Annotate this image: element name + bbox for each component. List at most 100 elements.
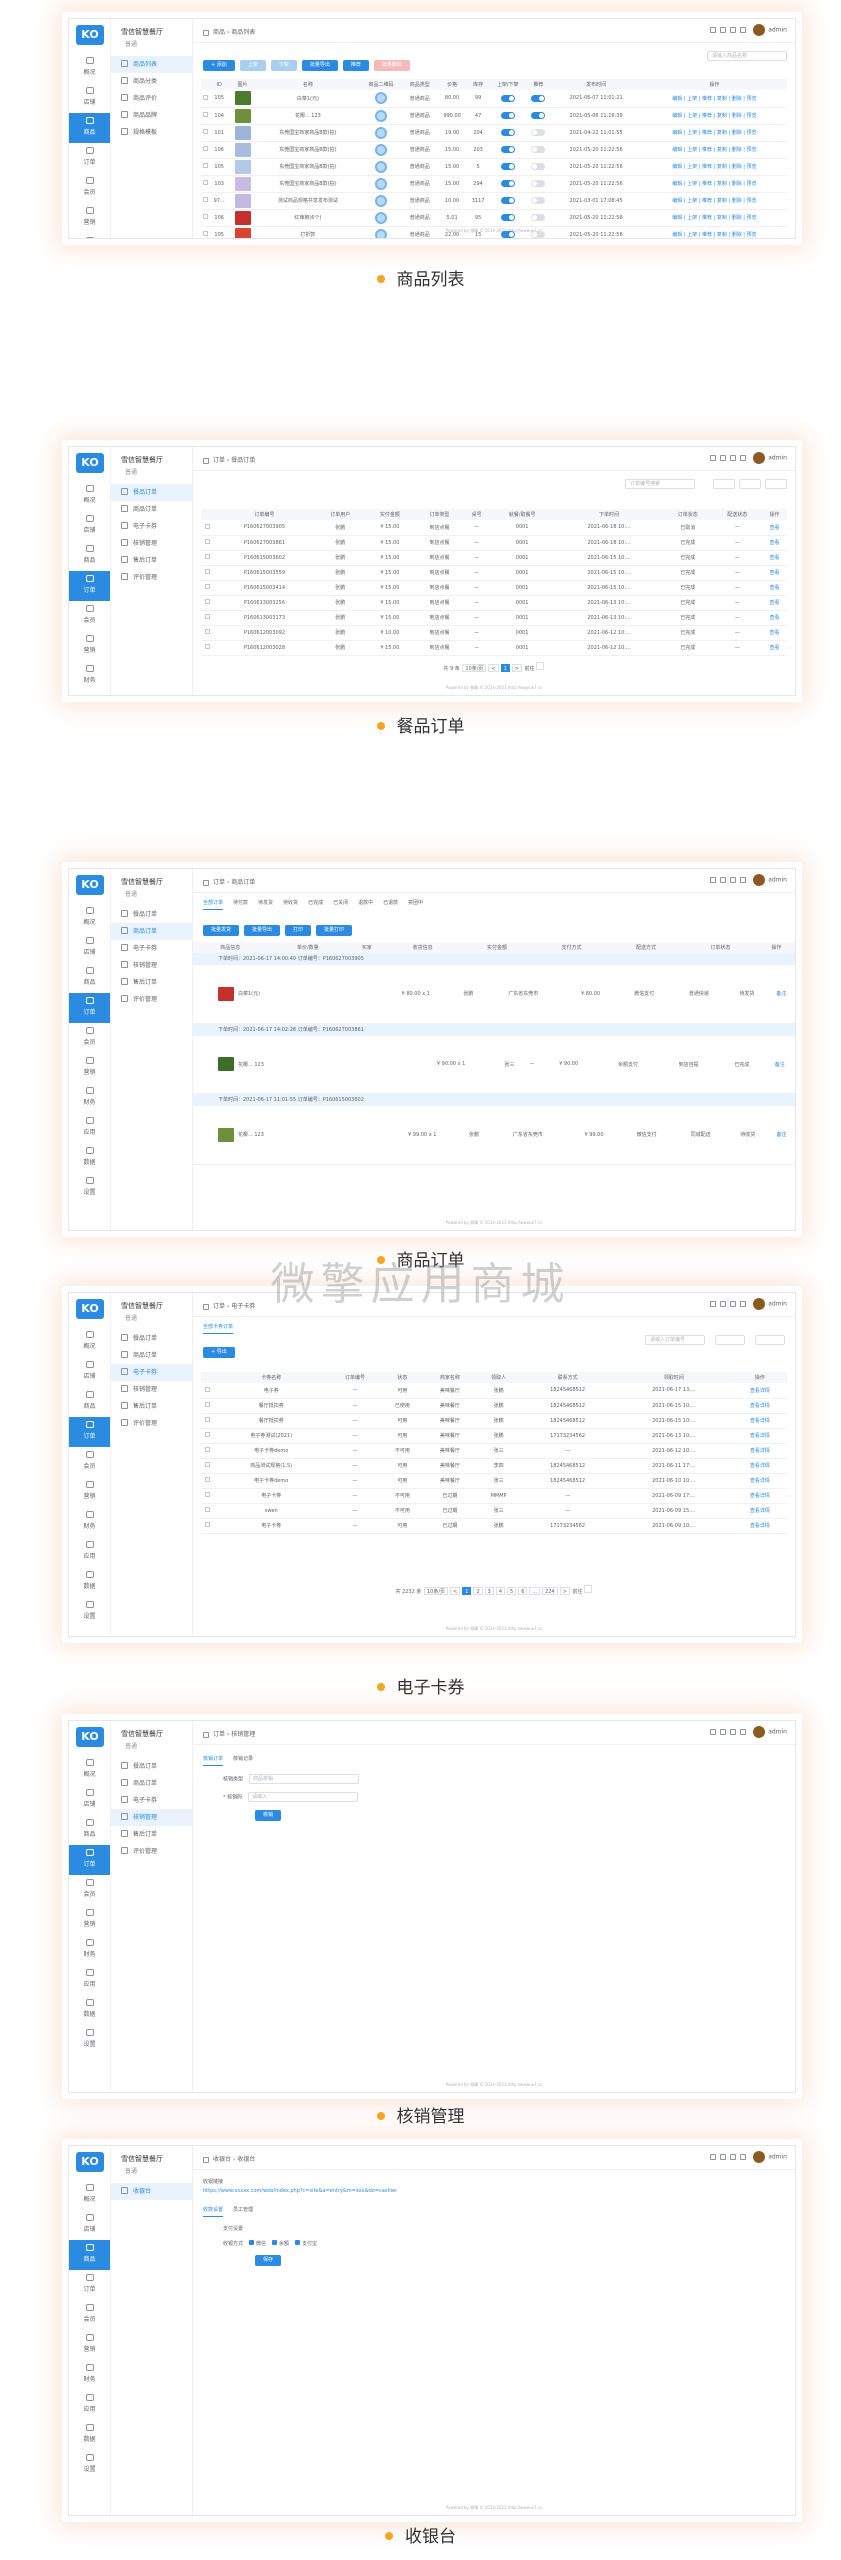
row-checkbox[interactable] bbox=[201, 610, 214, 626]
view-link[interactable]: 查看 bbox=[762, 520, 787, 536]
row-checkbox[interactable] bbox=[201, 520, 214, 536]
recommend-toggle[interactable] bbox=[531, 163, 546, 170]
user-name[interactable]: admin bbox=[768, 455, 787, 462]
row-checkbox[interactable] bbox=[201, 1473, 215, 1489]
view-link[interactable]: 查看详情 bbox=[732, 1413, 787, 1429]
qrcode-icon[interactable] bbox=[375, 109, 388, 122]
pager-page[interactable]: < bbox=[450, 1587, 461, 1595]
checkbox[interactable] bbox=[204, 599, 210, 604]
row-checkbox[interactable] bbox=[201, 124, 210, 142]
filter-select[interactable] bbox=[755, 1335, 785, 1345]
menu-icon[interactable] bbox=[203, 29, 209, 36]
mail-icon[interactable] bbox=[730, 877, 737, 883]
row-checkbox[interactable] bbox=[201, 550, 214, 566]
logo-icon[interactable]: KO bbox=[76, 2152, 104, 2172]
fullscreen-icon[interactable] bbox=[720, 2154, 727, 2160]
menu-icon[interactable] bbox=[203, 1731, 209, 1738]
qrcode-icon[interactable] bbox=[375, 211, 388, 224]
view-link[interactable]: 查看详情 bbox=[732, 1428, 787, 1444]
order-tab[interactable]: 拼团中 bbox=[408, 899, 423, 909]
checkbox[interactable] bbox=[205, 1447, 211, 1452]
sub-nav-item[interactable]: 核销管理 bbox=[111, 957, 192, 974]
row-actions[interactable]: 编辑 | 上架 | 推荐 | 复制 | 删除 | 预览 bbox=[641, 175, 787, 193]
table-row[interactable]: P160627003905 张鹏 ¥ 15.00 到店点餐 —0001 2021-06-1… bbox=[201, 520, 787, 536]
help-icon[interactable] bbox=[740, 27, 747, 33]
mail-icon[interactable] bbox=[730, 455, 737, 461]
onsale-toggle[interactable] bbox=[500, 180, 515, 187]
sub-nav-item[interactable]: 核销管理 bbox=[111, 535, 192, 552]
checkbox[interactable] bbox=[204, 644, 210, 649]
checkbox[interactable] bbox=[205, 1462, 211, 1467]
table-row[interactable]: 电子卡券demo — 可用 美味餐厅 张三 18245468512 2021-06-10 1… bbox=[201, 1473, 787, 1489]
product-thumbnail[interactable] bbox=[234, 142, 251, 157]
recommend-toggle[interactable] bbox=[531, 214, 546, 221]
view-link[interactable]: 查看详情 bbox=[732, 1473, 787, 1489]
product-thumbnail[interactable] bbox=[234, 176, 251, 191]
row-actions[interactable]: 编辑 | 上架 | 推荐 | 复制 | 删除 | 预览 bbox=[641, 90, 787, 108]
sidebar-item[interactable]: 数据 bbox=[69, 2420, 110, 2450]
sidebar-item[interactable]: 概况 bbox=[69, 1327, 110, 1357]
checkbox[interactable] bbox=[204, 629, 210, 634]
sidebar-item[interactable]: 营销 bbox=[69, 1053, 110, 1083]
sidebar-item[interactable]: 会员 bbox=[69, 173, 110, 203]
pay-option-checkbox[interactable] bbox=[272, 2240, 278, 2245]
select-all-checkbox[interactable] bbox=[201, 509, 214, 520]
table-row[interactable]: 101 东莞国宝商家商品B款(拍) 普通商品 19.00 204 2021-04-22 1… bbox=[201, 124, 787, 142]
checkbox[interactable] bbox=[202, 197, 208, 202]
avatar[interactable] bbox=[753, 874, 766, 886]
toolbar-button[interactable]: 批量导出 bbox=[301, 60, 338, 71]
filter-select[interactable] bbox=[713, 479, 735, 489]
recommend-toggle[interactable] bbox=[531, 146, 546, 153]
sidebar-item[interactable]: 设置 bbox=[69, 1597, 110, 1627]
logo-icon[interactable]: KO bbox=[76, 25, 104, 45]
code-input[interactable]: 请输入 bbox=[248, 1792, 359, 1802]
checkbox[interactable] bbox=[205, 1492, 211, 1497]
toolbar-button[interactable]: 打印 bbox=[285, 925, 312, 936]
pager-page[interactable]: 5 bbox=[507, 1587, 517, 1595]
row-checkbox[interactable] bbox=[201, 640, 214, 656]
verify-button[interactable]: 核销 bbox=[255, 1810, 282, 1821]
sidebar-item[interactable]: 店铺 bbox=[69, 1785, 110, 1815]
sub-nav-item[interactable]: 评价管理 bbox=[111, 1415, 192, 1432]
checkbox[interactable] bbox=[205, 1432, 211, 1437]
help-icon[interactable] bbox=[740, 2154, 747, 2160]
view-link[interactable]: 查看详情 bbox=[732, 1458, 787, 1474]
sidebar-item[interactable]: 应用 bbox=[69, 2390, 110, 2420]
sidebar-item[interactable]: 概况 bbox=[69, 1755, 110, 1785]
toolbar-button[interactable]: + 添加 bbox=[203, 60, 235, 71]
row-checkbox[interactable] bbox=[201, 565, 214, 581]
order-tab[interactable]: 待发货 bbox=[258, 899, 273, 909]
table-row[interactable]: 105 白菜1(元) 普通商品 80.00 99 2021-06-07 11:01:21 编… bbox=[201, 90, 787, 108]
sidebar-item[interactable]: 商品 bbox=[69, 541, 110, 571]
sidebar-item[interactable]: 订单 bbox=[69, 143, 110, 173]
row-checkbox[interactable] bbox=[201, 1428, 215, 1444]
sidebar-item[interactable]: 概况 bbox=[69, 903, 110, 933]
search-input[interactable]: 订单编号搜索 bbox=[625, 479, 695, 489]
order-tab[interactable]: 已完成 bbox=[308, 899, 323, 909]
checkbox[interactable] bbox=[202, 146, 208, 151]
table-row[interactable]: 97... 测试商品规格共享发布测试 普通商品 10.00 3117 2021-03-01… bbox=[201, 192, 787, 210]
checkbox[interactable] bbox=[205, 1522, 211, 1527]
table-row[interactable]: 电子卡券demo — 不可用 美味餐厅 张三 —2021-06-12 10:... 查看详情 bbox=[201, 1443, 787, 1459]
bell-icon[interactable] bbox=[710, 877, 717, 883]
pager-page[interactable]: < bbox=[488, 664, 499, 672]
pager-goto-input[interactable] bbox=[535, 662, 544, 670]
row-checkbox[interactable] bbox=[201, 625, 214, 641]
row-actions[interactable]: 编辑 | 上架 | 推荐 | 复制 | 删除 | 预览 bbox=[641, 158, 787, 176]
table-row[interactable]: 106 东莞国宝商家商品B款(拍) 普通商品 15.00 203 2021-05-20 1… bbox=[201, 141, 787, 159]
sidebar-item[interactable]: 店铺 bbox=[69, 83, 110, 113]
checkbox[interactable] bbox=[204, 614, 210, 619]
help-icon[interactable] bbox=[740, 455, 747, 461]
order-tab[interactable]: 退款中 bbox=[358, 899, 373, 909]
row-checkbox[interactable] bbox=[201, 1413, 215, 1429]
search-input[interactable]: 请输入商品名称 bbox=[707, 51, 787, 61]
mail-icon[interactable] bbox=[730, 27, 737, 33]
table-row[interactable]: 电子券 — 可用 美味餐厅 张鹏 18245468512 2021-06-17 13:...… bbox=[201, 1383, 787, 1399]
avatar[interactable] bbox=[753, 24, 766, 36]
cashier-tab[interactable]: 收款设置 bbox=[203, 2206, 224, 2217]
table-row[interactable]: P160627003861 张鹏 ¥ 15.00 到店点餐 —0001 2021-06-1… bbox=[201, 535, 787, 551]
sidebar-item[interactable]: 商品 bbox=[69, 113, 110, 143]
sub-nav-item[interactable]: 电子卡券 bbox=[111, 1364, 192, 1381]
qrcode-icon[interactable] bbox=[375, 160, 388, 173]
verify-tab[interactable]: 核销记录 bbox=[233, 1755, 253, 1765]
